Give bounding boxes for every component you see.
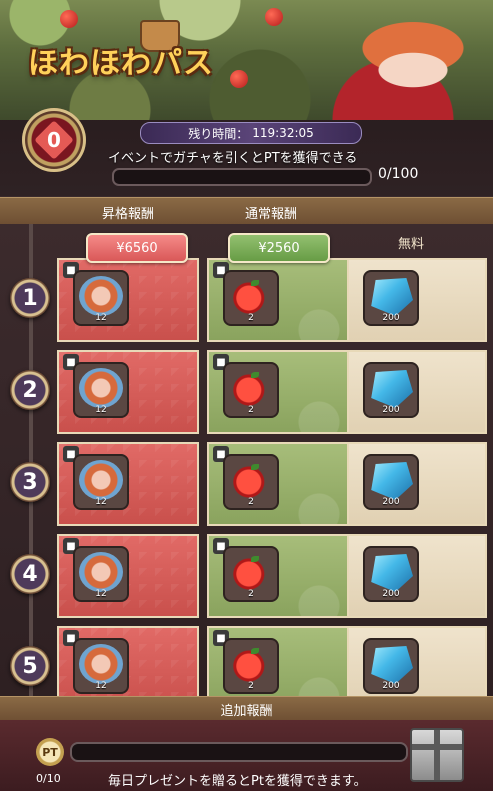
reward-row: 5 ■ 12 ■ 2 200 — [0, 626, 493, 696]
reward-quantity: 2 — [248, 405, 254, 415]
reward-quantity: 12 — [95, 681, 107, 691]
reward-row: 1 ■ 12 ■ 2 200 — [0, 258, 493, 342]
free-reward-item[interactable]: 200 — [363, 638, 419, 694]
premium-price-button[interactable]: ¥6560 — [86, 233, 188, 263]
free-reward-cell[interactable]: 200 — [347, 350, 487, 434]
event-banner: ほわほわパス — [0, 0, 493, 120]
normal-reward-item[interactable]: 2 — [223, 362, 279, 418]
character-portrait-icon — [79, 276, 123, 316]
pass-level-value: 0 — [47, 128, 61, 152]
premium-reward-cell[interactable]: ■ 12 — [57, 626, 199, 696]
reward-quantity: 12 — [95, 497, 107, 507]
apple-icon — [229, 644, 273, 684]
timer-value: 119:32:05 — [252, 126, 314, 140]
apple-icon — [229, 368, 273, 408]
free-reward-cell[interactable]: 200 — [347, 626, 487, 696]
reward-row: 4 ■ 12 ■ 2 200 — [0, 534, 493, 618]
premium-reward-cell[interactable]: ■ 12 — [57, 442, 199, 526]
character-illustration — [273, 0, 483, 120]
reward-quantity: 2 — [248, 589, 254, 599]
pass-title: ほわほわパス — [28, 46, 214, 81]
normal-reward-cell[interactable]: ■ 2 — [207, 258, 349, 342]
normal-reward-item[interactable]: 2 — [223, 270, 279, 326]
apple-decoration-icon — [60, 10, 78, 28]
character-portrait-icon — [79, 368, 123, 408]
pt-progress-text: 0/100 — [378, 166, 419, 182]
free-reward-item[interactable]: 200 — [363, 270, 419, 326]
reward-quantity: 2 — [248, 313, 254, 323]
apple-icon — [229, 552, 273, 592]
reward-quantity: 200 — [382, 681, 400, 691]
normal-reward-item[interactable]: 2 — [223, 454, 279, 510]
character-portrait-icon — [79, 644, 123, 684]
premium-reward-cell[interactable]: ■ 12 — [57, 534, 199, 618]
pt-progress-bar — [112, 168, 372, 186]
normal-reward-header: 通常報酬 — [245, 207, 298, 222]
reward-row: 3 ■ 12 ■ 2 200 — [0, 442, 493, 526]
gift-box-icon[interactable] — [410, 728, 464, 782]
reward-row: 2 ■ 12 ■ 2 200 — [0, 350, 493, 434]
apple-icon — [229, 460, 273, 500]
normal-reward-item[interactable]: 2 — [223, 638, 279, 694]
premium-reward-item[interactable]: 12 — [73, 454, 129, 510]
daily-pt-progress-bar — [70, 742, 408, 762]
free-reward-item[interactable]: 200 — [363, 546, 419, 602]
pass-level-badge: 0 — [22, 108, 86, 172]
reward-quantity: 200 — [382, 589, 400, 599]
normal-reward-cell[interactable]: ■ 2 — [207, 442, 349, 526]
reward-quantity: 2 — [248, 497, 254, 507]
reward-quantity: 2 — [248, 681, 254, 691]
blue-gem-icon — [371, 370, 413, 408]
blue-gem-icon — [371, 462, 413, 500]
row-level-badge: 5 — [10, 646, 50, 686]
apple-icon — [229, 276, 273, 316]
reward-quantity: 200 — [382, 497, 400, 507]
free-reward-item[interactable]: 200 — [363, 362, 419, 418]
reward-quantity: 12 — [95, 589, 107, 599]
free-reward-cell[interactable]: 200 — [347, 442, 487, 526]
free-reward-cell[interactable]: 200 — [347, 534, 487, 618]
apple-decoration-icon — [265, 8, 283, 26]
premium-reward-cell[interactable]: ■ 12 — [57, 258, 199, 342]
reward-quantity: 200 — [382, 313, 400, 323]
premium-reward-item[interactable]: 12 — [73, 546, 129, 602]
row-level-badge: 3 — [10, 462, 50, 502]
normal-price-button[interactable]: ¥2560 — [228, 233, 330, 263]
premium-reward-header: 昇格報酬 — [102, 207, 155, 222]
free-reward-cell[interactable]: 200 — [347, 258, 487, 342]
row-level-badge: 2 — [10, 370, 50, 410]
premium-reward-item[interactable]: 12 — [73, 362, 129, 418]
remaining-time: 残り時間： 119:32:05 — [140, 122, 362, 144]
premium-reward-item[interactable]: 12 — [73, 270, 129, 326]
free-reward-item[interactable]: 200 — [363, 454, 419, 510]
row-level-badge: 1 — [10, 278, 50, 318]
row-level-badge: 4 — [10, 554, 50, 594]
extra-reward-header: 追加報酬 — [0, 696, 493, 721]
reward-quantity: 200 — [382, 405, 400, 415]
character-portrait-icon — [79, 460, 123, 500]
apple-decoration-icon — [230, 70, 248, 88]
reward-board[interactable]: 1 ■ 12 ■ 2 200 2 ■ 12 ■ 2 200 3 ■ 12 ■ 2… — [0, 224, 493, 696]
free-label: 無料 — [398, 237, 425, 252]
character-portrait-icon — [79, 552, 123, 592]
blue-gem-icon — [371, 554, 413, 592]
premium-reward-cell[interactable]: ■ 12 — [57, 350, 199, 434]
daily-pt-hint: 毎日プレゼントを贈るとPtを獲得できます。 — [108, 774, 367, 789]
pt-icon: PT — [36, 738, 64, 766]
timer-label: 残り時間： — [188, 126, 249, 141]
event-description: イベントでガチャを引くとPTを獲得できる — [108, 151, 358, 166]
normal-reward-cell[interactable]: ■ 2 — [207, 534, 349, 618]
reward-quantity: 12 — [95, 313, 107, 323]
normal-reward-cell[interactable]: ■ 2 — [207, 350, 349, 434]
premium-reward-item[interactable]: 12 — [73, 638, 129, 694]
reward-quantity: 12 — [95, 405, 107, 415]
daily-pt-count: 0/10 — [36, 772, 61, 785]
normal-reward-cell[interactable]: ■ 2 — [207, 626, 349, 696]
normal-reward-item[interactable]: 2 — [223, 546, 279, 602]
blue-gem-icon — [371, 646, 413, 684]
blue-gem-icon — [371, 278, 413, 316]
